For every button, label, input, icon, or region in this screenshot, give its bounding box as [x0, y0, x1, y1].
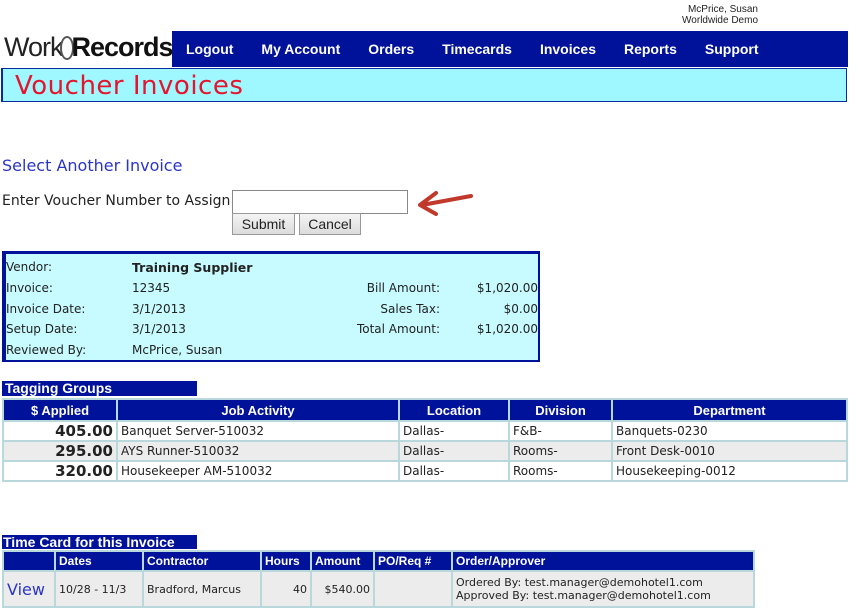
department-cell: Housekeeping-0012 — [611, 460, 848, 482]
job-activity-cell: Housekeeper AM-510032 — [116, 460, 400, 482]
location-cell: Dallas- — [398, 460, 510, 482]
col-contractor: Contractor — [142, 550, 262, 572]
col-dates: Dates — [54, 550, 144, 572]
page-title-bar: Voucher Invoices — [1, 68, 847, 102]
logo-text-records: Records — [71, 32, 174, 62]
arrow-left-icon — [418, 191, 473, 216]
nav-logout[interactable]: Logout — [172, 31, 247, 67]
table-row: 320.00 Housekeeper AM-510032 Dallas- Roo… — [2, 460, 848, 482]
select-invoice-heading: Select Another Invoice — [2, 156, 183, 175]
contractor-cell: Bradford, Marcus — [142, 570, 262, 608]
table-row: 295.00 AYS Runner-510032 Dallas- Rooms- … — [2, 440, 848, 462]
page-title: Voucher Invoices — [15, 71, 244, 101]
voucher-number-input[interactable] — [232, 190, 408, 214]
table-row: 405.00 Banquet Server-510032 Dallas- F&B… — [2, 420, 848, 442]
nav-timecards[interactable]: Timecards — [428, 31, 526, 67]
division-cell: F&B- — [508, 420, 613, 442]
voucher-number-label: Enter Voucher Number to Assign: — [2, 193, 236, 209]
time-card-table: Dates Contractor Hours Amount PO/Req # O… — [2, 550, 755, 608]
location-cell: Dallas- — [398, 420, 510, 442]
tagging-groups-table: $ Applied Job Activity Location Division… — [2, 398, 848, 482]
col-department: Department — [611, 398, 848, 422]
col-po-req: PO/Req # — [373, 550, 453, 572]
nav-support[interactable]: Support — [691, 31, 773, 67]
invoice-date-label: Invoice Date: — [6, 302, 86, 316]
table-header-row: Dates Contractor Hours Amount PO/Req # O… — [2, 550, 755, 572]
invoice-details: Vendor: Training Supplier Invoice: 12345… — [2, 251, 540, 362]
sales-tax-value: $0.00 — [503, 302, 538, 316]
sales-tax-label: Sales Tax: — [380, 302, 440, 316]
reviewed-by-value: McPrice, Susan — [132, 343, 223, 357]
total-amount-label: Total Amount: — [356, 322, 440, 336]
col-view — [2, 550, 56, 572]
division-cell: Rooms- — [508, 460, 613, 482]
setup-date-label: Setup Date: — [6, 322, 78, 336]
tagging-groups-heading: Tagging Groups — [2, 381, 197, 396]
po-req-cell — [373, 570, 453, 608]
col-division: Division — [508, 398, 613, 422]
nav-my-account[interactable]: My Account — [247, 31, 354, 67]
vendor-label: Vendor: — [6, 260, 52, 274]
approved-by: Approved By: test.manager@demohotel1.com — [456, 589, 711, 602]
col-job-activity: Job Activity — [116, 398, 400, 422]
view-link[interactable]: View — [2, 570, 56, 608]
ordered-by: Ordered By: test.manager@demohotel1.com — [456, 576, 703, 589]
department-cell: Banquets-0230 — [611, 420, 848, 442]
applied-cell: 405.00 — [2, 420, 118, 442]
dates-cell: 10/28 - 11/3 — [54, 570, 144, 608]
bill-amount-label: Bill Amount: — [366, 281, 440, 295]
logo-text-work: Work — [4, 32, 64, 62]
user-info: McPrice, Susan Worldwide Demo — [682, 4, 758, 26]
main-nav: Logout My Account Orders Timecards Invoi… — [172, 31, 848, 67]
user-org: Worldwide Demo — [682, 15, 758, 26]
invoice-date-value: 3/1/2013 — [132, 302, 186, 316]
order-approver-cell: Ordered By: test.manager@demohotel1.com … — [451, 570, 755, 608]
department-cell: Front Desk-0010 — [611, 440, 848, 462]
nav-orders[interactable]: Orders — [354, 31, 428, 67]
user-name: McPrice, Susan — [687, 4, 758, 15]
cancel-button[interactable]: Cancel — [299, 213, 361, 235]
division-cell: Rooms- — [508, 440, 613, 462]
time-card-heading: Time Card for this Invoice — [2, 535, 197, 549]
nav-invoices[interactable]: Invoices — [526, 31, 610, 67]
col-order-approver: Order/Approver — [451, 550, 755, 572]
hours-cell: 40 — [260, 570, 312, 608]
applied-cell: 320.00 — [2, 460, 118, 482]
col-applied: $ Applied — [2, 398, 118, 422]
workrecords-logo[interactable]: Work Records — [4, 30, 174, 64]
table-header-row: $ Applied Job Activity Location Division… — [2, 398, 848, 422]
amount-cell: $540.00 — [310, 570, 375, 608]
reviewed-by-label: Reviewed By: — [6, 343, 87, 357]
location-cell: Dallas- — [398, 440, 510, 462]
bill-amount-value: $1,020.00 — [476, 281, 538, 295]
col-location: Location — [398, 398, 510, 422]
table-row: View 10/28 - 11/3 Bradford, Marcus 40 $5… — [2, 570, 755, 608]
job-activity-cell: AYS Runner-510032 — [116, 440, 400, 462]
setup-date-value: 3/1/2013 — [132, 322, 186, 336]
col-hours: Hours — [260, 550, 312, 572]
invoice-value: 12345 — [132, 281, 171, 295]
total-amount-value: $1,020.00 — [476, 322, 538, 336]
col-amount: Amount — [310, 550, 375, 572]
job-activity-cell: Banquet Server-510032 — [116, 420, 400, 442]
invoice-label: Invoice: — [6, 281, 53, 295]
submit-button[interactable]: Submit — [232, 213, 295, 235]
applied-cell: 295.00 — [2, 440, 118, 462]
vendor-value: Training Supplier — [132, 260, 253, 275]
nav-reports[interactable]: Reports — [610, 31, 691, 67]
